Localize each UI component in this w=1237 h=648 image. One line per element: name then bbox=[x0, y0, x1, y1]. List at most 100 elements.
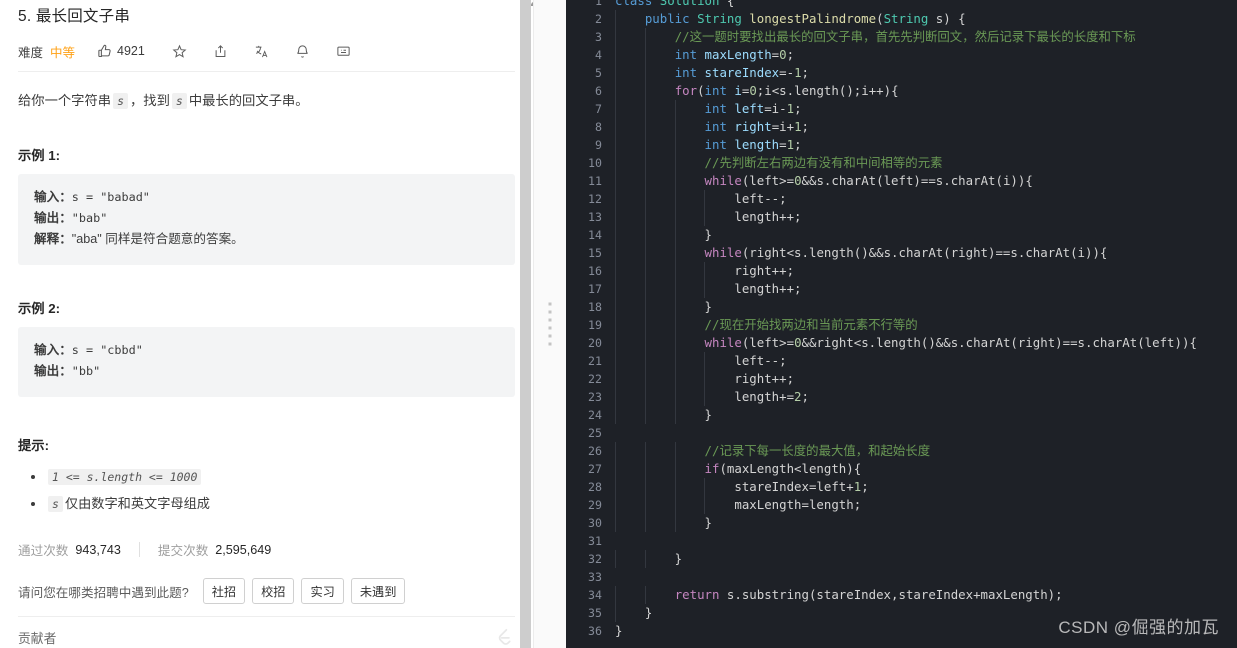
code-line-text[interactable]: int right=i+1; bbox=[602, 118, 809, 136]
code-line[interactable]: 32 } bbox=[566, 550, 1237, 568]
line-number: 26 bbox=[588, 444, 602, 458]
code-line-text[interactable]: while(left>=0&&s.charAt(left)==s.charAt(… bbox=[602, 172, 1033, 190]
code-token: ; bbox=[794, 101, 802, 116]
code-line-text[interactable] bbox=[602, 424, 615, 442]
code-editor-panel[interactable]: 1 class Solution {2 public String longest… bbox=[566, 0, 1237, 648]
survey-option-shixi[interactable]: 实习 bbox=[301, 578, 344, 604]
code-line[interactable]: 4 int maxLength=0; bbox=[566, 46, 1237, 64]
left-panel-scrollbar[interactable]: ▲▲ bbox=[518, 0, 533, 648]
code-line-text[interactable]: } bbox=[602, 406, 712, 424]
code-line[interactable]: 29 maxLength=length; bbox=[566, 496, 1237, 514]
code-line[interactable]: 5 int stareIndex=-1; bbox=[566, 64, 1237, 82]
panel-splitter[interactable] bbox=[533, 0, 566, 648]
code-line[interactable]: 10 //先判断左右两边有没有和中间相等的元素 bbox=[566, 154, 1237, 172]
code-line-text[interactable]: public String longestPalindrome(String s… bbox=[602, 10, 966, 28]
code-line[interactable]: 22 right++; bbox=[566, 370, 1237, 388]
code-line-text[interactable]: int maxLength=0; bbox=[602, 46, 794, 64]
code-line[interactable]: 23 length+=2; bbox=[566, 388, 1237, 406]
code-line[interactable]: 25 bbox=[566, 424, 1237, 442]
code-line-text[interactable]: } bbox=[602, 226, 712, 244]
code-line-text[interactable]: } bbox=[602, 622, 622, 640]
code-line[interactable]: 33 bbox=[566, 568, 1237, 586]
code-line-text[interactable]: left--; bbox=[602, 190, 787, 208]
indent-guide bbox=[615, 154, 616, 172]
code-line-text[interactable]: return s.substring(stareIndex,stareIndex… bbox=[602, 586, 1063, 604]
code-line[interactable]: 6 for(int i=0;i<s.length();i++){ bbox=[566, 82, 1237, 100]
code-line[interactable]: 16 right++; bbox=[566, 262, 1237, 280]
code-line[interactable]: 31 bbox=[566, 532, 1237, 550]
code-line-text[interactable]: right++; bbox=[602, 262, 794, 280]
line-number: 18 bbox=[588, 300, 602, 314]
code-line[interactable]: 27 if(maxLength<length){ bbox=[566, 460, 1237, 478]
code-line[interactable]: 20 while(left>=0&&right<s.length()&&s.ch… bbox=[566, 334, 1237, 352]
code-line-text[interactable]: int length=1; bbox=[602, 136, 802, 154]
code-line[interactable]: 18 } bbox=[566, 298, 1237, 316]
code-line-text[interactable]: //记录下每一长度的最大值，和起始长度 bbox=[602, 442, 930, 460]
code-token: //记录下每一长度的最大值，和起始长度 bbox=[704, 443, 931, 458]
code-line-text[interactable]: length++; bbox=[602, 208, 802, 226]
code-line-text[interactable]: } bbox=[602, 604, 652, 622]
code-line[interactable]: 9 int length=1; bbox=[566, 136, 1237, 154]
code-line[interactable]: 30 } bbox=[566, 514, 1237, 532]
code-line-text[interactable]: //现在开始找两边和当前元素不行等的 bbox=[602, 316, 918, 334]
indent-guide bbox=[644, 100, 646, 118]
code-line-text[interactable]: //先判断左右两边有没有和中间相等的元素 bbox=[602, 154, 942, 172]
code-line-text[interactable]: if(maxLength<length){ bbox=[602, 460, 861, 478]
code-token: ;i<s.length();i++){ bbox=[756, 83, 899, 98]
star-icon[interactable] bbox=[172, 44, 187, 59]
indent-guide bbox=[674, 370, 676, 388]
code-line-text[interactable]: int left=i-1; bbox=[602, 100, 802, 118]
code-line-text[interactable] bbox=[602, 568, 615, 586]
translate-icon[interactable] bbox=[254, 44, 269, 59]
code-token: (maxLength<length){ bbox=[719, 461, 862, 476]
code-line[interactable]: 34 return s.substring(stareIndex,stareIn… bbox=[566, 586, 1237, 604]
code-line-text[interactable]: } bbox=[602, 550, 682, 568]
code-line-text[interactable]: while(right<s.length()&&s.charAt(right)=… bbox=[602, 244, 1107, 262]
example-output-label: 输出： bbox=[34, 211, 72, 225]
code-line-text[interactable]: class Solution { bbox=[602, 0, 734, 10]
code-line[interactable]: 13 length++; bbox=[566, 208, 1237, 226]
scrollbar-thumb[interactable] bbox=[520, 0, 531, 648]
survey-option-weiyudao[interactable]: 未遇到 bbox=[350, 578, 406, 604]
code-line-text[interactable]: for(int i=0;i<s.length();i++){ bbox=[602, 82, 899, 100]
code-line[interactable]: 3 //这一题时要找出最长的回文子串，首先先判断回文，然后记录下最长的长度和下标 bbox=[566, 28, 1237, 46]
code-line[interactable]: 14 } bbox=[566, 226, 1237, 244]
code-line-text[interactable]: } bbox=[602, 514, 712, 532]
survey-option-xiaozhao[interactable]: 校招 bbox=[252, 578, 295, 604]
code-line-text[interactable]: left--; bbox=[602, 352, 787, 370]
like-button[interactable]: 4921 bbox=[97, 44, 145, 59]
code-line[interactable]: 1 class Solution { bbox=[566, 0, 1237, 10]
code-line-text[interactable]: maxLength=length; bbox=[602, 496, 861, 514]
code-token: stareIndex=left+ bbox=[615, 479, 854, 494]
code-line-text[interactable] bbox=[602, 532, 615, 550]
code-token: } bbox=[615, 551, 683, 566]
code-line[interactable]: 2 public String longestPalindrome(String… bbox=[566, 10, 1237, 28]
line-number: 24 bbox=[588, 408, 602, 422]
code-line-text[interactable]: stareIndex=left+1; bbox=[602, 478, 869, 496]
indent-guide bbox=[615, 208, 616, 226]
code-line-text[interactable]: //这一题时要找出最长的回文子串，首先先判断回文，然后记录下最长的长度和下标 bbox=[602, 28, 1136, 46]
code-line-text[interactable]: int stareIndex=-1; bbox=[602, 64, 809, 82]
code-line[interactable]: 24 } bbox=[566, 406, 1237, 424]
code-line[interactable]: 28 stareIndex=left+1; bbox=[566, 478, 1237, 496]
code-line[interactable]: 12 left--; bbox=[566, 190, 1237, 208]
code-line-text[interactable]: while(left>=0&&right<s.length()&&s.charA… bbox=[602, 334, 1197, 352]
code-line[interactable]: 19 //现在开始找两边和当前元素不行等的 bbox=[566, 316, 1237, 334]
code-line-text[interactable]: right++; bbox=[602, 370, 794, 388]
code-line-text[interactable]: length+=2; bbox=[602, 388, 809, 406]
code-line[interactable]: 26 //记录下每一长度的最大值，和起始长度 bbox=[566, 442, 1237, 460]
share-icon[interactable] bbox=[213, 44, 228, 59]
code-line[interactable]: 11 while(left>=0&&s.charAt(left)==s.char… bbox=[566, 172, 1237, 190]
code-line[interactable]: 21 left--; bbox=[566, 352, 1237, 370]
comment-icon[interactable] bbox=[336, 44, 351, 59]
bell-icon[interactable] bbox=[295, 44, 310, 59]
code-line-text[interactable]: length++; bbox=[602, 280, 802, 298]
code-line[interactable]: 15 while(right<s.length()&&s.charAt(righ… bbox=[566, 244, 1237, 262]
code-line[interactable]: 7 int left=i-1; bbox=[566, 100, 1237, 118]
contributor-row[interactable]: 贡献者 bbox=[18, 616, 515, 648]
code-token: ( bbox=[697, 83, 705, 98]
code-line[interactable]: 8 int right=i+1; bbox=[566, 118, 1237, 136]
code-line-text[interactable]: } bbox=[602, 298, 712, 316]
code-line[interactable]: 17 length++; bbox=[566, 280, 1237, 298]
survey-option-shezhao[interactable]: 社招 bbox=[202, 578, 246, 604]
